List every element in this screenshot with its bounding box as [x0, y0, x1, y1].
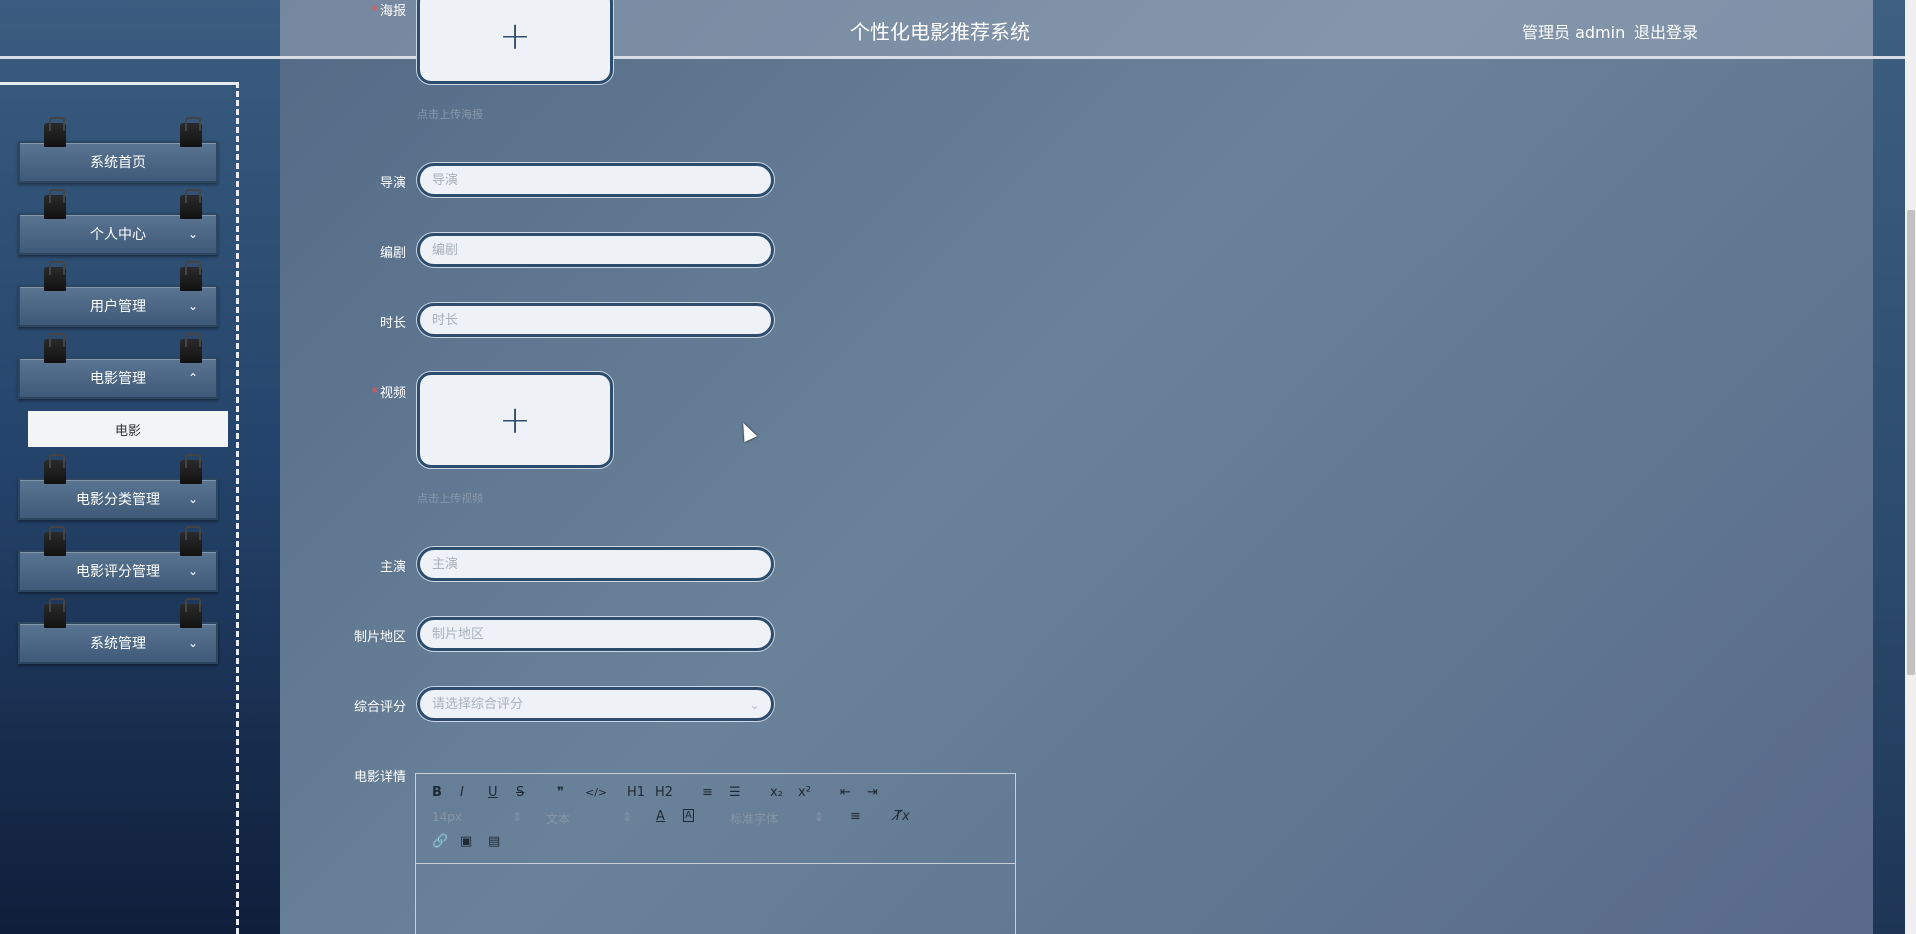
outdent-button[interactable]: ⇤ [840, 785, 851, 800]
editor-toolbar: B I U S ❞ </> H1 H2 ≡ ☰ x₂ x² ⇤ ⇥ 14px ⇕… [416, 774, 1015, 864]
sidebar-item-label: 电影管理 [90, 371, 146, 387]
sidebar-item-label: 系统管理 [90, 636, 146, 652]
sidebar-item-movie-categories[interactable]: 电影分类管理 ⌄ [18, 454, 218, 520]
binder-clip-icon [180, 261, 202, 291]
chevron-updown-icon: ⇕ [622, 810, 633, 824]
logout-link[interactable]: 退出登录 [1634, 19, 1698, 43]
chevron-up-icon: ⌃ [187, 371, 198, 385]
video-hint: 点击上传视频 [417, 492, 483, 505]
quote-button[interactable]: ❞ [557, 785, 564, 800]
current-user: 管理员 admin [1522, 23, 1626, 42]
text-type-select[interactable]: 文本 [546, 810, 570, 827]
background-color-icon[interactable]: A [683, 809, 694, 822]
binder-clip-icon [180, 454, 202, 484]
duration-input[interactable] [417, 303, 774, 337]
binder-clip-icon [44, 526, 66, 556]
link-icon[interactable]: 🔗 [432, 834, 448, 849]
chevron-down-icon: ⌄ [187, 636, 198, 650]
binder-clip-icon [180, 598, 202, 628]
sidebar-item-movies[interactable]: 电影管理 ⌃ [18, 333, 218, 399]
region-input[interactable] [417, 617, 774, 651]
sidebar-item-users[interactable]: 用户管理 ⌄ [18, 261, 218, 327]
sidebar-item-profile[interactable]: 个人中心 ⌄ [18, 189, 218, 255]
superscript-button[interactable]: x² [798, 785, 811, 800]
font-color-icon[interactable]: A [656, 809, 665, 824]
header-divider [0, 56, 1905, 59]
chevron-down-icon: ⌄ [187, 227, 198, 241]
chevron-updown-icon: ⇕ [814, 810, 825, 824]
poster-label: * 海报 [371, 4, 406, 19]
underline-button[interactable]: U [488, 785, 498, 800]
sidebar-item-label: 个人中心 [90, 227, 146, 243]
chevron-down-icon: ⌄ [750, 699, 760, 712]
rating-label: 综合评分 [353, 700, 406, 715]
sidebar-item-movie-ratings[interactable]: 电影评分管理 ⌄ [18, 526, 218, 592]
chevron-down-icon: ⌄ [187, 564, 198, 578]
ordered-list-button[interactable]: ≡ [702, 785, 713, 800]
binder-clip-icon [44, 261, 66, 291]
align-icon[interactable]: ≡ [850, 809, 861, 824]
binder-clip-icon [44, 189, 66, 219]
chevron-down-icon: ⌄ [187, 492, 198, 506]
video-icon[interactable]: ▤ [488, 834, 500, 849]
top-header: 个性化电影推荐系统 管理员 admin 退出登录 [0, 0, 1916, 60]
clear-format-icon[interactable]: T̸x [894, 809, 910, 824]
indent-button[interactable]: ⇥ [867, 785, 878, 800]
actor-label: 主演 [379, 560, 406, 575]
scrollbar-thumb[interactable] [1907, 210, 1915, 675]
strike-button[interactable]: S [516, 785, 524, 800]
duration-label: 时长 [379, 316, 406, 331]
bold-button[interactable]: B [432, 785, 442, 800]
image-icon[interactable]: ▣ [460, 834, 472, 849]
chevron-updown-icon: ⇕ [512, 810, 523, 824]
binder-clip-icon [180, 333, 202, 363]
sidebar-item-system[interactable]: 系统管理 ⌄ [18, 598, 218, 664]
binder-clip-icon [180, 117, 202, 147]
writer-input[interactable] [417, 233, 774, 267]
sidebar-item-label: 电影评分管理 [76, 564, 160, 580]
bullet-list-button[interactable]: ☰ [729, 785, 741, 800]
required-marker: * [371, 386, 378, 401]
poster-hint: 点击上传海报 [417, 108, 483, 121]
plus-icon: + [499, 398, 531, 442]
sidebar-item-label: 系统首页 [90, 155, 146, 171]
binder-clip-icon [44, 454, 66, 484]
code-button[interactable]: </> [585, 786, 607, 799]
subscript-button[interactable]: x₂ [770, 785, 783, 800]
binder-clip-icon [44, 333, 66, 363]
required-marker: * [371, 4, 378, 19]
font-size-select[interactable]: 14px [432, 810, 462, 824]
director-label: 导演 [379, 176, 406, 191]
h2-button[interactable]: H2 [655, 785, 673, 800]
details-label: 电影详情 [353, 770, 406, 785]
rich-text-editor: B I U S ❞ </> H1 H2 ≡ ☰ x₂ x² ⇤ ⇥ 14px ⇕… [415, 773, 1016, 934]
poster-upload[interactable]: + [417, 0, 613, 84]
video-label: * 视频 [371, 386, 406, 401]
page-title: 个性化电影推荐系统 [850, 20, 1030, 44]
binder-clip-icon [180, 189, 202, 219]
writer-label: 编剧 [379, 246, 406, 261]
sidebar-item-home[interactable]: 系统首页 [18, 117, 218, 183]
video-upload[interactable]: + [417, 372, 613, 468]
italic-button[interactable]: I [460, 785, 464, 800]
plus-icon: + [499, 14, 531, 58]
director-input[interactable] [417, 163, 774, 197]
font-family-select[interactable]: 标准字体 [730, 810, 778, 827]
region-label: 制片地区 [353, 630, 406, 645]
binder-clip-icon [44, 598, 66, 628]
binder-clip-icon [44, 117, 66, 147]
actor-input[interactable] [417, 547, 774, 581]
sidebar-item-label: 用户管理 [90, 299, 146, 315]
binder-clip-icon [180, 526, 202, 556]
sidebar-item-label: 电影分类管理 [76, 492, 160, 508]
h1-button[interactable]: H1 [627, 785, 645, 800]
chevron-down-icon: ⌄ [187, 299, 198, 313]
sidebar-subitem-movie[interactable]: 电影 [28, 411, 228, 447]
rating-select[interactable] [417, 687, 774, 721]
